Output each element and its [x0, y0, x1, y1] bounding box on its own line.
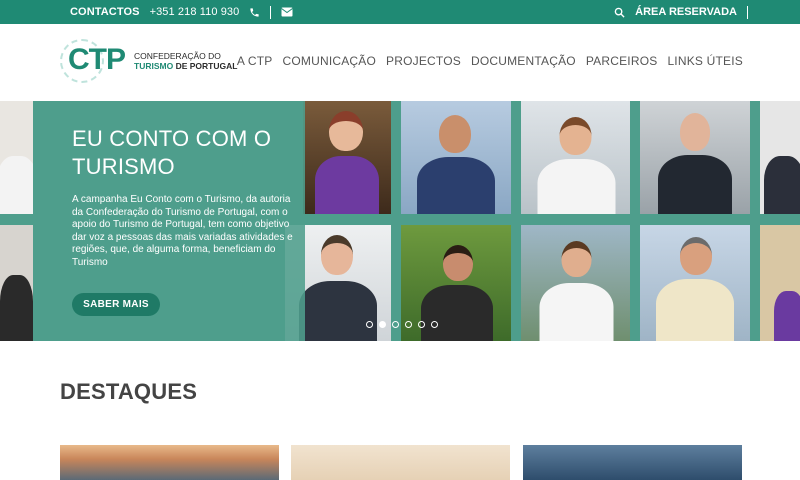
logo-line-1: CONFEDERAÇÃO DO [134, 51, 221, 61]
logo-acronym: CTP [68, 43, 126, 76]
nav-item-links-uteis[interactable]: LINKS ÚTEIS [667, 54, 743, 68]
slider-dot[interactable] [418, 321, 425, 328]
nav-item-a-ctp[interactable]: A CTP [237, 54, 273, 68]
photo-tile [521, 101, 630, 214]
photo-tile [640, 225, 750, 341]
highlight-card[interactable] [291, 445, 510, 480]
highlight-card[interactable] [523, 445, 742, 480]
photo-tile [401, 101, 511, 214]
nav-item-comunicacao[interactable]: COMUNICAÇÃO [283, 54, 377, 68]
phone-number[interactable]: +351 218 110 930 [150, 6, 240, 18]
logo-line-2a: TURISMO [134, 61, 174, 71]
photo-tile [521, 225, 630, 341]
nav-item-documentacao[interactable]: DOCUMENTAÇÃO [471, 54, 576, 68]
photo-tile [760, 225, 800, 341]
logo-mark: CTP [60, 37, 132, 85]
contacts-link[interactable]: CONTACTOS [70, 6, 140, 18]
logo-line-2: TURISMO DE PORTUGAL [134, 61, 237, 71]
search-icon[interactable] [614, 7, 625, 18]
section-title-destaques: DESTAQUES [60, 379, 198, 404]
slider-dot[interactable] [392, 321, 399, 328]
slider-dots [366, 321, 438, 328]
mail-icon[interactable] [281, 7, 294, 17]
nav-item-projectos[interactable]: PROJECTOS [386, 54, 461, 68]
photo-tile [640, 101, 750, 214]
nav-item-parceiros[interactable]: PARCEIROS [586, 54, 658, 68]
saber-mais-button[interactable]: SABER MAIS [72, 293, 160, 316]
divider [747, 5, 748, 19]
photo-tile [0, 225, 33, 341]
highlight-card[interactable] [60, 445, 279, 480]
slider-dot[interactable] [431, 321, 438, 328]
photo-tile [0, 101, 33, 214]
divider [270, 5, 272, 19]
logo-line-2b: DE PORTUGAL [175, 61, 238, 71]
contact-group: CONTACTOS +351 218 110 930 [70, 0, 294, 24]
phone-icon[interactable] [249, 7, 260, 18]
reserved-area-link[interactable]: ÁREA RESERVADA [635, 6, 737, 18]
photo-tile [303, 101, 391, 214]
main-nav: A CTP COMUNICAÇÃO PROJECTOS DOCUMENTAÇÃO… [237, 54, 743, 68]
site-header: CTP CONFEDERAÇÃO DO TURISMO DE PORTUGAL … [0, 24, 800, 101]
photo-tile [760, 101, 800, 214]
hero-title: EU CONTO COM O TURISMO [72, 126, 272, 179]
ctp-logo[interactable]: CTP CONFEDERAÇÃO DO TURISMO DE PORTUGAL [60, 37, 240, 85]
slider-dot[interactable] [366, 321, 373, 328]
slider-dot-active[interactable] [379, 321, 386, 328]
logo-text: CONFEDERAÇÃO DO TURISMO DE PORTUGAL [134, 51, 237, 71]
slider-dot[interactable] [405, 321, 412, 328]
hero-description: A campanha Eu Conto com o Turismo, da au… [72, 194, 293, 268]
top-right-group: ÁREA RESERVADA [614, 0, 748, 24]
top-bar: CONTACTOS +351 218 110 930 ÁREA RESERVAD… [0, 0, 800, 24]
